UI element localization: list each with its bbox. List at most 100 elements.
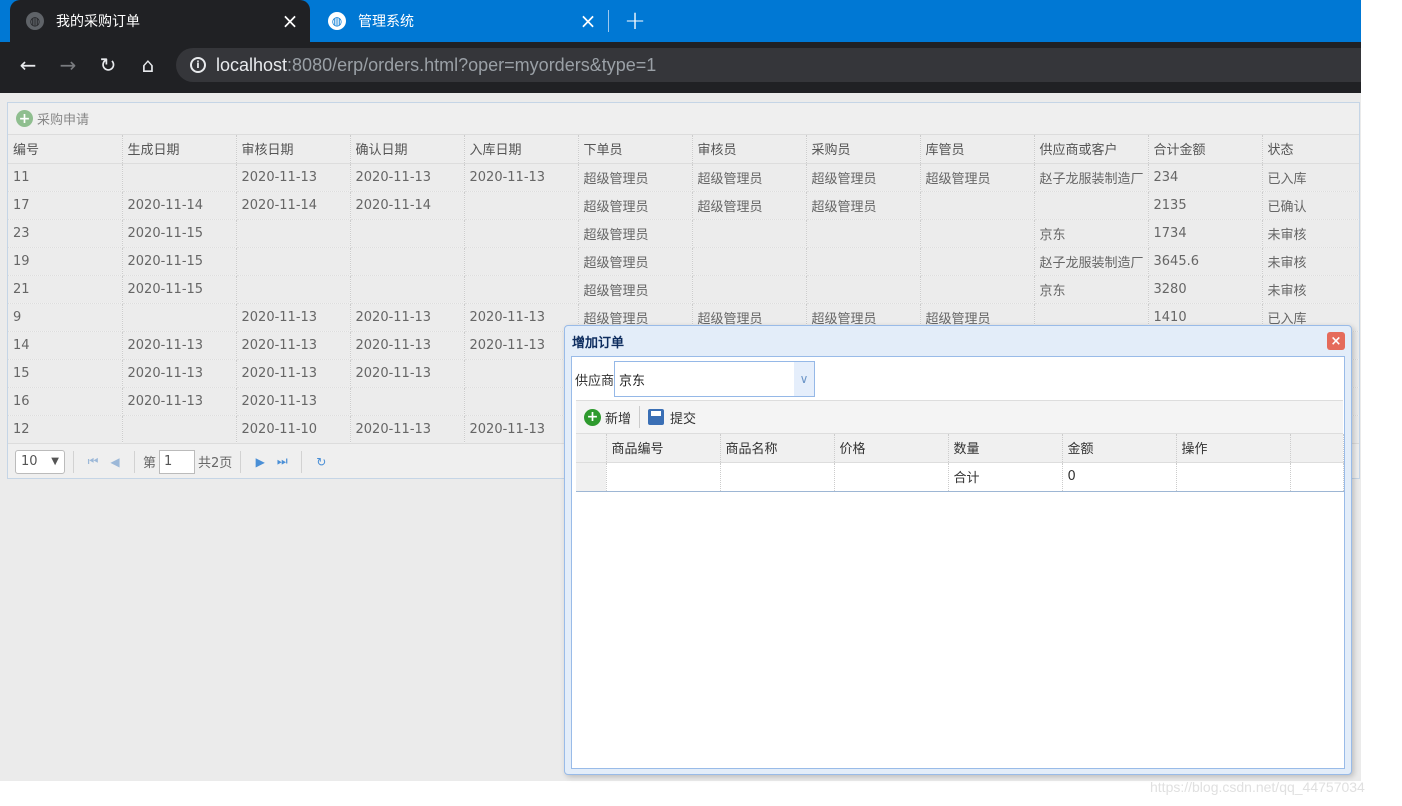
table-cell: 16 [8,387,123,416]
table-cell [464,219,579,248]
orders-column-header[interactable]: 合计金额 [1148,135,1263,164]
close-tab-icon[interactable]: × [278,9,302,33]
tab-my-purchase-orders[interactable]: ◍ 我的采购订单 × [10,0,310,42]
site-info-icon[interactable]: i [190,57,206,73]
orders-column-header[interactable]: 生成日期 [122,135,237,164]
table-cell: 14 [8,331,123,360]
first-page-icon[interactable]: ⏮ [82,454,104,469]
table-cell: 超级管理员 [578,275,693,304]
forward-arrow-icon[interactable]: → [53,50,83,80]
table-cell [806,219,921,248]
table-cell: 2020-11-13 [236,359,351,388]
purchase-request-label: 采购申请 [37,113,90,128]
row-number-header [576,434,607,463]
address-bar[interactable]: i localhost:8080/erp/orders.html?oper=my… [176,48,1361,82]
add-icon: + [584,408,601,426]
table-cell [920,191,1035,220]
table-cell: 2020-11-13 [350,415,465,444]
page-number-input[interactable]: 1 [159,449,196,474]
orders-column-header[interactable]: 审核日期 [236,135,351,164]
table-cell: 未审核 [1262,247,1359,276]
home-icon[interactable]: ⌂ [133,50,163,80]
tab-management-system[interactable]: ◍ 管理系统 × [312,0,608,42]
table-row[interactable]: 21 2020-11-15 超级管理员 京东 3280 未审核 [8,275,1359,304]
orders-column-header[interactable]: 确认日期 [350,135,465,164]
table-cell: 未审核 [1262,219,1359,248]
last-page-icon[interactable]: ⏭ [271,454,293,469]
table-cell [464,191,579,220]
page-size-select[interactable]: 10 ▼ [15,449,65,474]
table-cell: 超级管理员 [578,163,693,192]
table-cell: 超级管理员 [920,163,1035,192]
table-cell [464,247,579,276]
table-cell [464,387,579,416]
table-cell: 2020-11-14 [236,191,351,220]
table-cell: 未审核 [1262,275,1359,304]
supplier-combobox[interactable]: 京东 ∨ [614,361,816,397]
table-cell [920,219,1035,248]
url-text: localhost:8080/erp/orders.html?oper=myor… [216,55,656,76]
orders-column-header[interactable]: 入库日期 [464,135,579,164]
close-icon[interactable]: × [1327,332,1345,350]
header-filler [1290,434,1344,463]
add-item-button[interactable]: + 新增 [584,408,631,427]
submit-label: 提交 [670,411,697,427]
items-column-header[interactable]: 金额 [1062,434,1177,463]
table-cell: 赵子龙服装制造厂 [1034,247,1149,276]
items-toolbar: + 新增 提交 [576,400,1343,434]
total-row-cell [1176,462,1291,492]
orders-column-header[interactable]: 状态 [1262,135,1359,164]
close-tab-icon[interactable]: × [576,9,600,33]
browser-chrome: ◍ 我的采购订单 × ◍ 管理系统 × + ← → ↻ ⌂ i localhos… [0,0,1361,93]
watermark: https://blog.csdn.net/qq_44757034 [1150,779,1365,795]
new-tab-plus-icon[interactable]: + [620,6,650,36]
table-cell: 3645.6 [1148,247,1263,276]
table-row[interactable]: 23 2020-11-15 超级管理员 京东 1734 未审核 [8,219,1359,248]
table-cell: 2020-11-13 [122,387,237,416]
chevron-down-icon[interactable]: ∨ [794,362,815,396]
submit-button[interactable]: 提交 [648,408,696,427]
items-header-row: 商品编号 商品名称 价格 数量 金额 操作 [576,434,1344,463]
orders-column-header[interactable]: 下单员 [578,135,693,164]
back-arrow-icon[interactable]: ← [13,50,43,80]
orders-column-header[interactable]: 审核员 [692,135,807,164]
table-cell: 2020-11-13 [236,163,351,192]
table-cell: 1734 [1148,219,1263,248]
table-cell [806,275,921,304]
toolbar-divider [639,406,641,428]
tab-strip: ◍ 我的采购订单 × ◍ 管理系统 × + [0,0,1361,42]
table-row[interactable]: 11 2020-11-13 2020-11-13 2020-11-13 超级管理员 超级管… [8,163,1359,192]
refresh-icon[interactable]: ↻ [310,455,332,469]
items-total-row: 合计 0 [576,462,1344,492]
items-column-header[interactable]: 商品名称 [720,434,835,463]
table-cell: 11 [8,163,123,192]
items-column-header[interactable]: 价格 [834,434,949,463]
table-cell: 3280 [1148,275,1263,304]
tab-title: 我的采购订单 [56,14,140,30]
table-cell [464,359,579,388]
supplier-row: 供应商 京东 ∨ [575,361,816,397]
prev-page-icon[interactable]: ◀ [104,455,126,469]
table-cell [236,275,351,304]
reload-icon[interactable]: ↻ [93,50,123,80]
orders-column-header[interactable]: 采购员 [806,135,921,164]
next-page-icon[interactable]: ▶ [249,455,271,469]
purchase-request-button[interactable]: + 采购申请 [16,109,89,128]
items-column-header[interactable]: 数量 [948,434,1063,463]
page-prefix-label: 第 [143,456,157,471]
orders-column-header[interactable]: 供应商或客户 [1034,135,1149,164]
total-row-cell: 0 [1062,462,1177,492]
table-cell [920,275,1035,304]
table-cell: 2020-11-15 [122,219,237,248]
table-cell: 京东 [1034,275,1149,304]
items-column-header[interactable]: 商品编号 [606,434,721,463]
table-row[interactable]: 19 2020-11-15 超级管理员 赵子龙服装制造厂 3645.6 未审核 [8,247,1359,276]
items-column-header[interactable]: 操作 [1176,434,1291,463]
supplier-value: 京东 [619,374,646,389]
table-row[interactable]: 17 2020-11-14 2020-11-14 2020-11-14 超级管理员 超级管… [8,191,1359,220]
orders-column-header[interactable]: 库管员 [920,135,1035,164]
orders-column-header[interactable]: 编号 [8,135,123,164]
table-cell: 超级管理员 [578,247,693,276]
table-cell: 2135 [1148,191,1263,220]
table-cell: 超级管理员 [692,191,807,220]
